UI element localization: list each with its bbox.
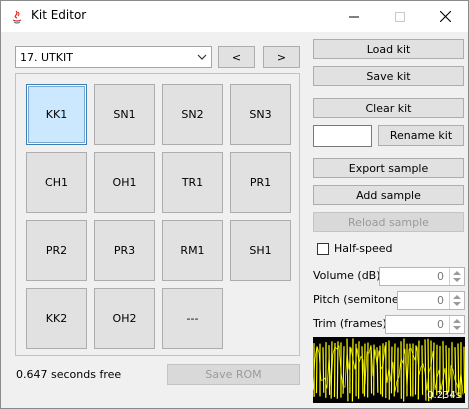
pad-pr3[interactable]: PR3 [94,220,155,281]
kit-select[interactable]: 17. UTKIT [15,46,212,68]
pad-pr1[interactable]: PR1 [230,152,291,213]
minimize-icon [349,16,359,17]
chevron-down-icon [197,54,207,60]
pad-sn1[interactable]: SN1 [94,84,155,145]
kit-select-value: 17. UTKIT [20,51,73,64]
close-button[interactable] [422,1,468,32]
pitch-stepper[interactable] [449,292,464,309]
reload-sample-button[interactable]: Reload sample [313,212,464,232]
pitch-label: Pitch (semitone): [313,293,407,306]
pad-kk1[interactable]: KK1 [26,84,87,145]
trim-spinner[interactable]: 0 [385,315,465,334]
save-rom-button[interactable]: Save ROM [167,364,300,385]
pad-sh1[interactable]: SH1 [230,220,291,281]
add-sample-button[interactable]: Add sample [313,185,464,205]
half-speed-label: Half-speed [334,242,393,255]
pad-kk2[interactable]: KK2 [26,288,87,349]
pad-grid: KK1 SN1 SN2 SN3 CH1 OH1 TR1 PR1 PR2 PR3 … [15,73,300,356]
free-time-status: 0.647 seconds free [16,368,122,381]
trim-stepper[interactable] [449,316,464,333]
pitch-spinner[interactable]: 0 [397,291,465,310]
pad-rm1[interactable]: RM1 [162,220,223,281]
volume-value: 0 [437,270,444,283]
clear-kit-button[interactable]: Clear kit [313,98,464,118]
trim-value: 0 [437,318,444,331]
rename-kit-button[interactable]: Rename kit [378,125,464,146]
volume-spinner[interactable]: 0 [379,267,465,286]
kit-name-input[interactable] [313,125,372,147]
pad-empty[interactable]: --- [162,288,223,349]
volume-stepper[interactable] [449,268,464,285]
kit-editor-window: Kit Editor 17. UTKIT < > KK1 SN1 SN2 SN3… [0,0,469,409]
export-sample-button[interactable]: Export sample [313,158,464,178]
title-bar: Kit Editor [1,1,468,32]
maximize-button[interactable] [377,1,423,32]
pad-sn3[interactable]: SN3 [230,84,291,145]
close-icon [439,11,451,22]
pad-ch1[interactable]: CH1 [26,152,87,213]
maximize-icon [395,11,405,22]
pad-oh2[interactable]: OH2 [94,288,155,349]
minimize-button[interactable] [331,1,377,32]
pad-pr2[interactable]: PR2 [26,220,87,281]
next-kit-button[interactable]: > [263,46,300,68]
pad-sn2[interactable]: SN2 [162,84,223,145]
java-app-icon [12,10,22,24]
sample-duration: 0.234s [427,390,461,401]
sample-waveform[interactable]: 0.234s [313,337,465,403]
volume-label: Volume (dB): [313,269,385,282]
pitch-value: 0 [437,294,444,307]
half-speed-checkbox[interactable] [317,243,329,255]
load-kit-button[interactable]: Load kit [313,39,464,59]
pad-oh1[interactable]: OH1 [94,152,155,213]
window-title: Kit Editor [31,8,87,22]
trim-label: Trim (frames): [313,317,391,330]
pad-tr1[interactable]: TR1 [162,152,223,213]
save-kit-button[interactable]: Save kit [313,66,464,86]
prev-kit-button[interactable]: < [218,46,255,68]
